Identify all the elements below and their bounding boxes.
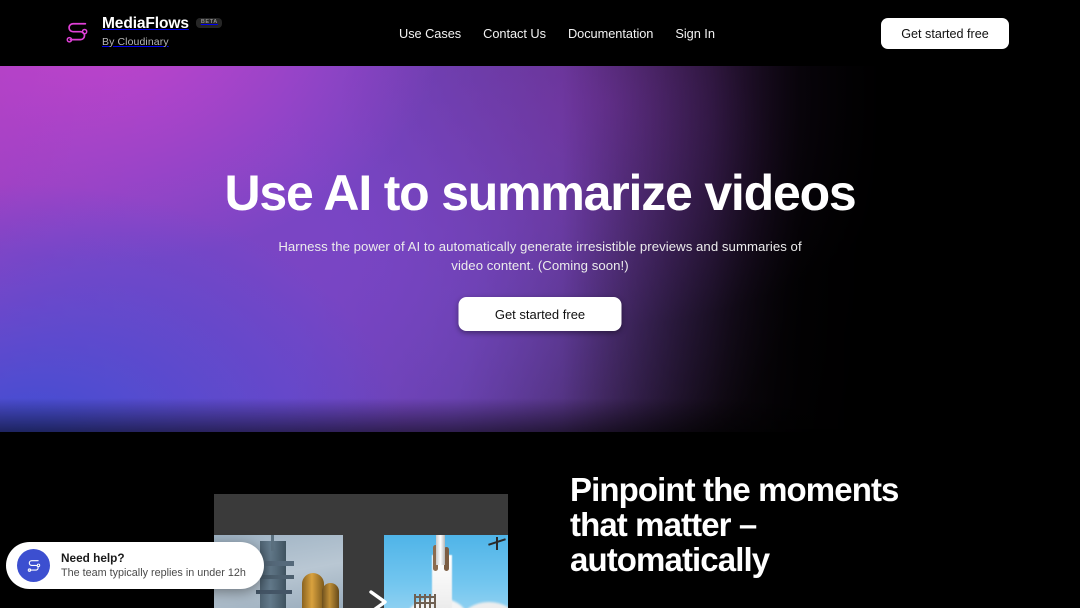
hero-subtitle: Harness the power of AI to automatically… (278, 239, 802, 273)
arrow-right-icon (366, 589, 392, 608)
mediaflows-flow-icon (62, 18, 92, 48)
gantry-mast (271, 535, 274, 551)
header-get-started-button[interactable]: Get started free (881, 18, 1009, 49)
gantry-beam (256, 590, 292, 594)
rocket-body (302, 573, 324, 608)
chat-subtitle: The team typically replies in under 12h (61, 566, 246, 579)
pinpoint-heading: Pinpoint the moments that matter – autom… (570, 471, 899, 578)
brand-text-block: MediaFlows BETA By Cloudinary (102, 16, 222, 47)
space-shuttle-launch-thumbnail[interactable] (384, 535, 508, 608)
chat-title: Need help? (61, 550, 125, 565)
brand-name: MediaFlows (102, 15, 189, 32)
chat-avatar (17, 549, 50, 582)
brand-logo-link[interactable]: MediaFlows BETA By Cloudinary (62, 16, 222, 48)
launch-tower-lattice (414, 594, 436, 608)
shuttle-body (436, 535, 445, 565)
nav-item-sign-in[interactable]: Sign In (675, 26, 715, 41)
hero-section: Use AI to summarize videos Harness the p… (0, 66, 1080, 432)
chat-widget[interactable]: Need help? The team typically replies in… (6, 542, 264, 589)
hero-content: Use AI to summarize videos Harness the p… (0, 66, 1080, 432)
beta-badge: BETA (195, 18, 222, 28)
nav-item-documentation[interactable]: Documentation (568, 26, 653, 41)
brand-tagline: By Cloudinary (102, 35, 169, 48)
chat-text-block: Need help? The team typically replies in… (61, 550, 246, 579)
service-arm-post (496, 537, 498, 550)
hero-title: Use AI to summarize videos (224, 165, 856, 221)
primary-nav: Use Cases Contact Us Documentation Sign … (399, 26, 715, 41)
nav-item-use-cases[interactable]: Use Cases (399, 26, 461, 41)
hero-get-started-button[interactable]: Get started free (458, 297, 622, 331)
nav-item-contact-us[interactable]: Contact Us (483, 26, 546, 41)
page-root: MediaFlows BETA By Cloudinary Use Cases … (0, 0, 1080, 608)
rocket-booster (322, 583, 339, 608)
site-header: MediaFlows BETA By Cloudinary Use Cases … (0, 0, 1080, 66)
mediaflows-flow-icon (27, 559, 40, 572)
